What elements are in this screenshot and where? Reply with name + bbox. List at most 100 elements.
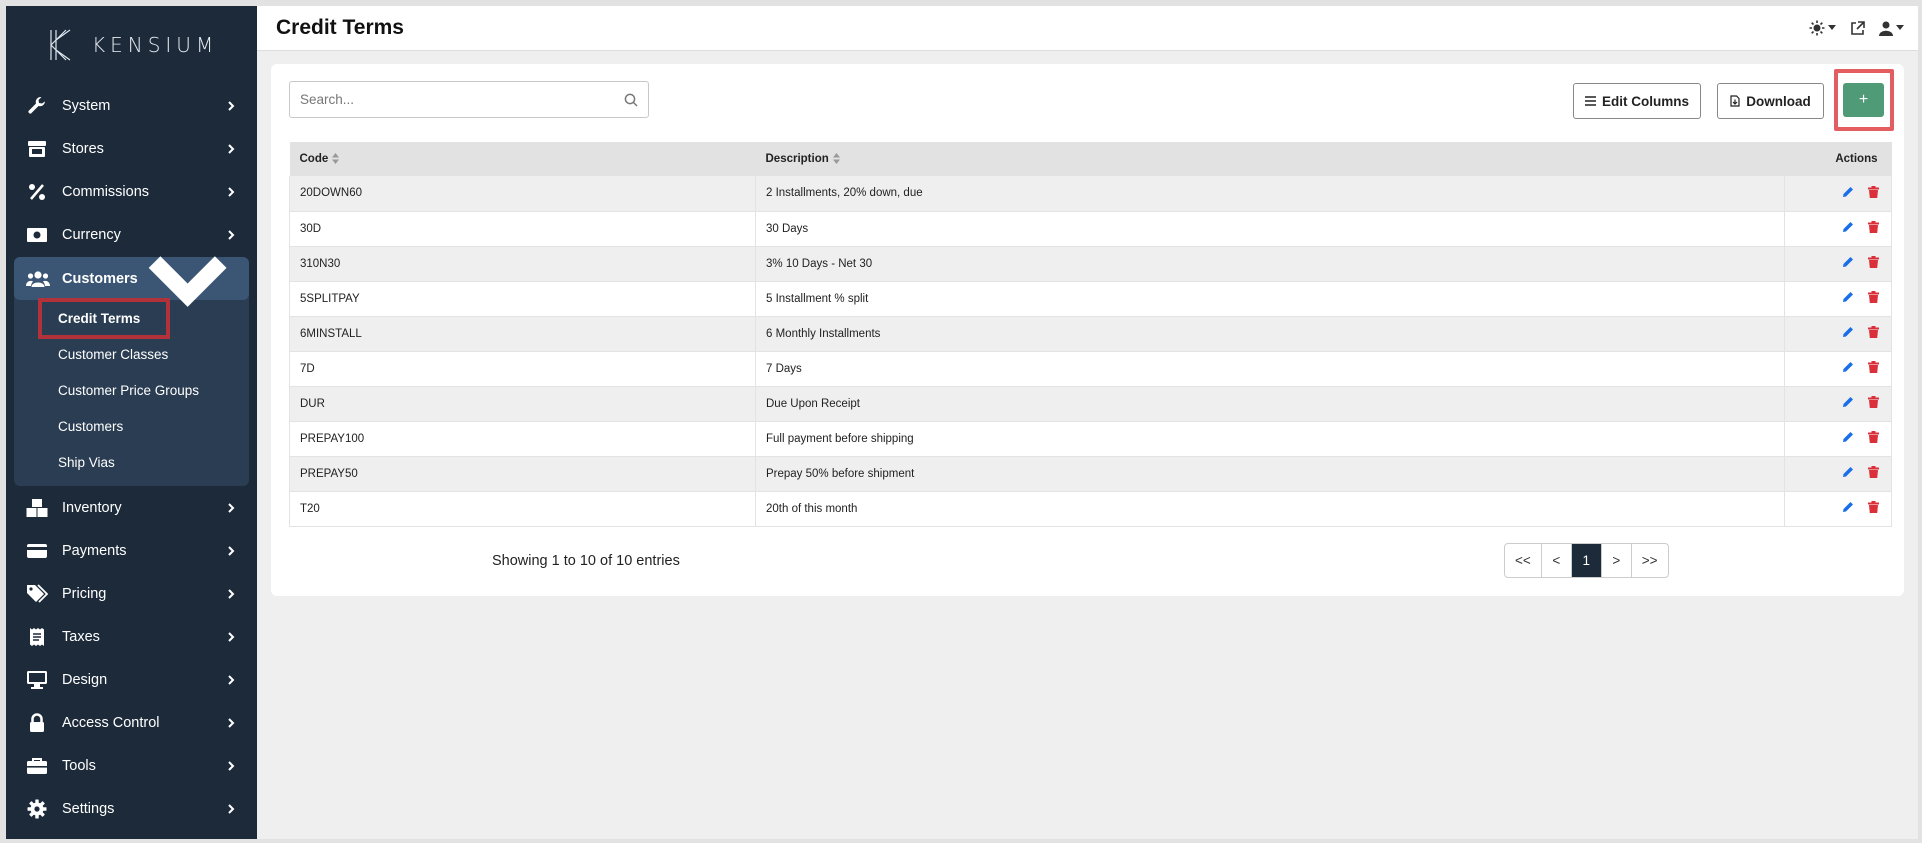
lock-icon bbox=[26, 712, 48, 734]
gear-icon bbox=[26, 798, 48, 820]
chevron-right-icon bbox=[228, 588, 235, 599]
sun-icon bbox=[1809, 20, 1825, 36]
sidebar-item-access-control[interactable]: Access Control bbox=[6, 701, 257, 744]
brand-logo[interactable]: KENSIUM bbox=[6, 6, 257, 84]
next-page-button[interactable]: > bbox=[1602, 544, 1632, 577]
table-row: T20 20th of this month bbox=[289, 491, 1892, 526]
cell-code: 310N30 bbox=[289, 246, 756, 281]
sidebar-subitem-ship-vias[interactable]: Ship Vias bbox=[14, 444, 249, 480]
sidebar-subitem-customer-classes[interactable]: Customer Classes bbox=[14, 336, 249, 372]
table-row: 7D 7 Days bbox=[289, 351, 1892, 386]
edit-row-button[interactable] bbox=[1842, 291, 1854, 303]
sidebar-item-pricing[interactable]: Pricing bbox=[6, 572, 257, 615]
delete-row-button[interactable] bbox=[1868, 256, 1879, 268]
search-input[interactable] bbox=[300, 92, 624, 107]
pencil-icon bbox=[1843, 467, 1853, 477]
sidebar-item-inventory[interactable]: Inventory bbox=[6, 486, 257, 529]
trash-icon bbox=[1868, 221, 1879, 233]
percent-icon bbox=[26, 181, 48, 203]
tags-icon bbox=[26, 583, 48, 605]
desktop-icon bbox=[26, 669, 48, 691]
trash-icon bbox=[1868, 291, 1879, 303]
pencil-icon bbox=[1843, 257, 1853, 267]
sidebar-item-system[interactable]: System bbox=[6, 84, 257, 127]
sidebar-item-taxes[interactable]: Taxes bbox=[6, 615, 257, 658]
sidebar-item-stores[interactable]: Stores bbox=[6, 127, 257, 170]
pagination: << < 1 > >> bbox=[1504, 543, 1669, 578]
chevron-right-icon bbox=[228, 803, 235, 814]
cell-actions bbox=[1785, 351, 1892, 386]
search-icon[interactable] bbox=[624, 93, 638, 107]
sidebar-item-customers[interactable]: Customers bbox=[14, 256, 249, 307]
delete-row-button[interactable] bbox=[1868, 396, 1879, 408]
edit-row-button[interactable] bbox=[1842, 361, 1854, 373]
pencil-icon bbox=[1843, 222, 1853, 232]
edit-columns-label: Edit Columns bbox=[1602, 93, 1689, 109]
table-row: 6MINSTALL 6 Monthly Installments bbox=[289, 316, 1892, 351]
sidebar-subitem-customer-price-groups[interactable]: Customer Price Groups bbox=[14, 372, 249, 408]
sidebar-item-commissions[interactable]: Commissions bbox=[6, 170, 257, 213]
cell-code: 20DOWN60 bbox=[289, 176, 756, 211]
sidebar-item-payments[interactable]: Payments bbox=[6, 529, 257, 572]
download-button[interactable]: Download bbox=[1717, 83, 1824, 119]
column-header-label: Description bbox=[765, 153, 829, 165]
column-header-code[interactable]: Code bbox=[290, 142, 756, 176]
edit-row-button[interactable] bbox=[1842, 256, 1854, 268]
chevron-right-icon bbox=[228, 186, 235, 197]
chevron-right-icon bbox=[228, 717, 235, 728]
delete-row-button[interactable] bbox=[1868, 501, 1879, 513]
sidebar-item-design[interactable]: Design bbox=[6, 658, 257, 701]
edit-row-button[interactable] bbox=[1842, 466, 1854, 478]
cell-actions bbox=[1785, 386, 1892, 421]
theme-toggle[interactable] bbox=[1809, 20, 1836, 36]
delete-row-button[interactable] bbox=[1868, 291, 1879, 303]
trash-icon bbox=[1868, 431, 1879, 443]
cell-description: 6 Monthly Installments bbox=[755, 316, 1785, 351]
app-window: KENSIUM System Stores Commissions Currency … bbox=[6, 6, 1918, 839]
sidebar-item-label: Customers bbox=[62, 270, 138, 287]
delete-row-button[interactable] bbox=[1868, 326, 1879, 338]
sidebar-subitem-customers[interactable]: Customers bbox=[14, 408, 249, 444]
edit-row-button[interactable] bbox=[1842, 326, 1854, 338]
cell-description: 2 Installments, 20% down, due bbox=[755, 176, 1785, 211]
first-page-button[interactable]: << bbox=[1505, 544, 1542, 577]
column-header-description[interactable]: Description bbox=[756, 142, 1785, 176]
add-button[interactable]: + bbox=[1843, 83, 1884, 117]
sidebar-item-label: System bbox=[62, 97, 111, 114]
cell-code: T20 bbox=[289, 491, 756, 526]
delete-row-button[interactable] bbox=[1868, 361, 1879, 373]
edit-row-button[interactable] bbox=[1842, 431, 1854, 443]
edit-columns-button[interactable]: Edit Columns bbox=[1573, 83, 1701, 119]
sidebar-item-settings[interactable]: Settings bbox=[6, 787, 257, 830]
users-icon bbox=[26, 268, 50, 290]
cell-code: 30D bbox=[289, 211, 756, 246]
edit-row-button[interactable] bbox=[1842, 501, 1854, 513]
user-menu[interactable] bbox=[1879, 21, 1904, 36]
kensium-logo-icon bbox=[50, 29, 71, 61]
cell-code: DUR bbox=[289, 386, 756, 421]
sidebar-item-tools[interactable]: Tools bbox=[6, 744, 257, 787]
table-row: DUR Due Upon Receipt bbox=[289, 386, 1892, 421]
pencil-icon bbox=[1843, 186, 1853, 197]
credit-card-icon bbox=[26, 540, 48, 562]
last-page-button[interactable]: >> bbox=[1632, 544, 1668, 577]
prev-page-button[interactable]: < bbox=[1542, 544, 1572, 577]
delete-row-button[interactable] bbox=[1868, 431, 1879, 443]
download-label: Download bbox=[1746, 93, 1811, 109]
delete-row-button[interactable] bbox=[1868, 185, 1879, 198]
sidebar-subitem-label: Customer Classes bbox=[58, 346, 169, 362]
chevron-right-icon bbox=[228, 631, 235, 642]
sidebar-item-label: Stores bbox=[62, 140, 104, 157]
page-1-button[interactable]: 1 bbox=[1571, 544, 1602, 577]
edit-row-button[interactable] bbox=[1842, 186, 1854, 198]
delete-row-button[interactable] bbox=[1868, 466, 1879, 478]
edit-row-button[interactable] bbox=[1842, 396, 1854, 408]
cell-actions bbox=[1785, 246, 1892, 281]
chevron-right-icon bbox=[228, 143, 235, 154]
edit-row-button[interactable] bbox=[1842, 221, 1854, 233]
table-row: 20DOWN60 2 Installments, 20% down, due bbox=[289, 176, 1892, 211]
open-external-button[interactable] bbox=[1850, 20, 1865, 36]
cell-actions bbox=[1785, 281, 1892, 316]
chevron-right-icon bbox=[228, 100, 235, 111]
delete-row-button[interactable] bbox=[1868, 221, 1879, 233]
